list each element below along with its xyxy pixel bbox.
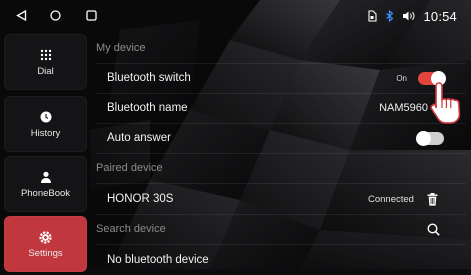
- connection-status: Connected: [368, 193, 414, 205]
- sidebar-item-label: Settings: [28, 248, 63, 259]
- section-title: Paired device: [96, 162, 163, 174]
- status-bar: 10:54: [0, 0, 471, 32]
- bluetooth-icon: [386, 10, 394, 22]
- gear-icon: [39, 229, 52, 245]
- sidebar-item-phonebook[interactable]: PhoneBook: [4, 156, 87, 212]
- no-device-text: No bluetooth device: [107, 254, 209, 266]
- trash-icon[interactable]: [427, 192, 438, 206]
- home-circle-icon[interactable]: [50, 10, 61, 21]
- row-bluetooth-switch[interactable]: Bluetooth switch On: [96, 63, 466, 93]
- paired-device-row[interactable]: HONOR 30S Connected: [96, 184, 466, 214]
- section-paired-device: Paired device: [96, 153, 466, 183]
- person-icon: [40, 169, 52, 185]
- sidebar-item-history[interactable]: History: [4, 96, 87, 152]
- toggle-knob: [416, 130, 431, 146]
- volume-icon: [403, 11, 415, 21]
- section-title: My device: [96, 42, 146, 54]
- paired-device-name: HONOR 30S: [107, 193, 174, 205]
- bluetooth-name-label: Bluetooth name: [107, 102, 188, 114]
- clock-time: 10:54: [423, 8, 457, 24]
- section-title: Search device: [96, 223, 166, 235]
- section-search-device: Search device: [96, 214, 466, 244]
- clock-icon: [40, 109, 52, 125]
- switch-state-text: On: [396, 73, 407, 83]
- row-auto-answer[interactable]: Auto answer: [96, 123, 466, 153]
- sidebar-item-settings[interactable]: Settings: [4, 216, 87, 272]
- recents-square-icon[interactable]: [86, 10, 97, 21]
- dialpad-icon: [40, 47, 52, 63]
- row-bluetooth-name[interactable]: Bluetooth name NAM5960: [96, 93, 466, 123]
- sidebar-item-label: Dial: [37, 66, 54, 77]
- bluetooth-switch-label: Bluetooth switch: [107, 72, 191, 84]
- sidebar-item-label: PhoneBook: [20, 188, 71, 199]
- pointing-hand-icon: [430, 82, 461, 124]
- bluetooth-name-value: NAM5960: [379, 102, 428, 114]
- sim-icon: [368, 10, 378, 22]
- search-icon[interactable]: [427, 222, 440, 236]
- back-triangle-icon[interactable]: [16, 10, 27, 21]
- search-result-empty: No bluetooth device: [96, 245, 466, 275]
- section-my-device: My device: [96, 33, 466, 63]
- auto-answer-label: Auto answer: [107, 132, 171, 144]
- auto-answer-toggle[interactable]: [416, 130, 444, 146]
- status-icons: 10:54: [367, 6, 457, 26]
- sidebar-item-label: History: [30, 128, 61, 139]
- sidebar-item-dial[interactable]: Dial: [4, 34, 87, 90]
